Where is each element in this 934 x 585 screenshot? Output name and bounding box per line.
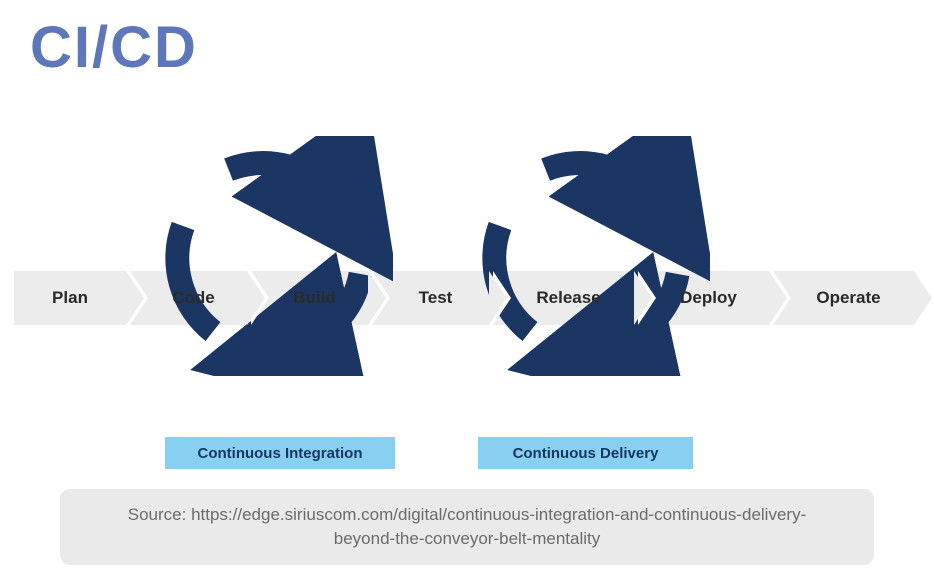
step-plan: Plan	[14, 271, 126, 325]
step-label: Operate	[806, 288, 880, 308]
step-deploy: Deploy	[638, 271, 769, 325]
step-operate: Operate	[773, 271, 914, 325]
step-code: Code	[130, 271, 247, 325]
source-citation: Source: https://edge.siriuscom.com/digit…	[60, 489, 874, 565]
step-label: Test	[409, 288, 453, 308]
cd-badge-label: Continuous Delivery	[513, 445, 659, 462]
step-label: Build	[283, 288, 336, 308]
cd-cycle-arrows-icon	[470, 136, 710, 376]
source-prefix: Source:	[128, 505, 191, 524]
step-label: Code	[162, 288, 215, 308]
step-build: Build	[251, 271, 368, 325]
step-label: Deploy	[670, 288, 737, 308]
source-url: https://edge.siriuscom.com/digital/conti…	[191, 505, 806, 548]
page-title: CI/CD	[30, 14, 198, 81]
step-label: Plan	[52, 288, 88, 308]
ci-badge: Continuous Integration	[165, 437, 395, 469]
step-label: Release	[526, 288, 600, 308]
pipeline-row: Plan Code Build Test Release Deploy Oper…	[14, 271, 918, 325]
cd-badge: Continuous Delivery	[478, 437, 693, 469]
ci-cycle-arrows-icon	[153, 136, 393, 376]
ci-badge-label: Continuous Integration	[198, 445, 363, 462]
step-test: Test	[372, 271, 489, 325]
step-release: Release	[493, 271, 634, 325]
